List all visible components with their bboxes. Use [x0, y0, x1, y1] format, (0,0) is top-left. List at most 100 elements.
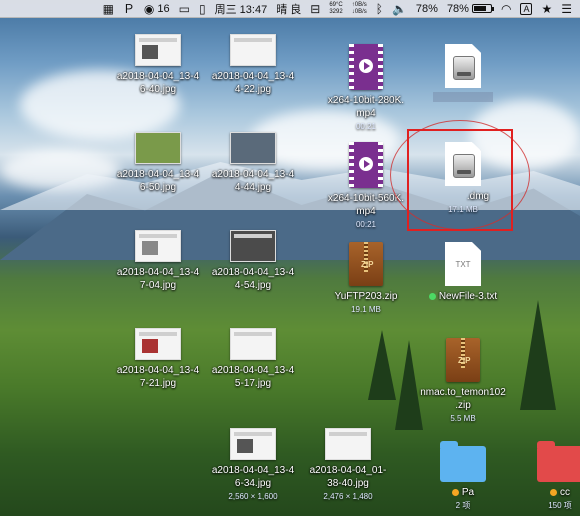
- file-name: 4-22.jpg: [234, 84, 272, 95]
- desktop-file-icon[interactable]: ZIP nmac.to_temon102 .zip 5.5 MB: [413, 338, 513, 425]
- file-name: x264-10bit-280K.: [327, 95, 405, 106]
- menu-extras-icon[interactable]: ☰: [561, 3, 572, 15]
- wechat-status[interactable]: ◉ 16: [144, 3, 170, 15]
- file-name: a2018-04-04_13-4: [116, 169, 200, 180]
- file-name: 7-21.jpg: [139, 378, 177, 389]
- file-meta: 5.5 MB: [450, 414, 476, 423]
- image-thumbnail: [135, 328, 181, 360]
- desktop-file-icon[interactable]: [413, 44, 513, 104]
- net-up: 0B/s: [354, 1, 367, 8]
- cpu-temperature: 69°C: [329, 1, 343, 8]
- p-icon[interactable]: Ｐ: [123, 3, 135, 15]
- battery-percent-right: 78%: [446, 2, 469, 15]
- image-thumbnail: [135, 34, 181, 66]
- text-file-icon: TXT: [445, 242, 481, 286]
- disk-image-icon: [445, 44, 481, 88]
- star-icon[interactable]: ★: [541, 3, 552, 15]
- file-name: 7-04.jpg: [139, 280, 177, 291]
- desktop-file-icon[interactable]: a2018-04-04_13-4 4-54.jpg: [203, 230, 303, 292]
- desktop-file-icon[interactable]: a2018-04-04_13-4 6-34.jpg 2,560 × 1,600: [203, 428, 303, 503]
- video-file-icon: [349, 142, 383, 188]
- folder-name: Pa: [461, 487, 475, 498]
- desktop-file-icon[interactable]: a2018-04-04_13-4 6-50.jpg: [108, 132, 208, 194]
- folder-icon: [537, 441, 580, 482]
- file-name: NewFile-3.txt: [438, 291, 498, 302]
- battery-icon: [471, 4, 494, 13]
- file-meta: 2,560 × 1,600: [228, 492, 278, 501]
- video-file-icon: [349, 44, 383, 90]
- file-meta: 19.1 MB: [351, 305, 381, 314]
- zip-archive-icon: ZIP: [446, 338, 480, 382]
- grid-icon[interactable]: ▦: [103, 3, 114, 15]
- file-name: a2018-04-04_13-4: [211, 267, 295, 278]
- folder-icon: [440, 441, 486, 482]
- file-name: 4-54.jpg: [234, 280, 272, 291]
- file-name: mp4: [356, 108, 376, 119]
- desktop-file-icon[interactable]: x264-10bit-280K. mp4 00:21: [316, 44, 416, 133]
- desktop-file-icon[interactable]: a2018-04-04_13-4 5-17.jpg: [203, 328, 303, 390]
- display-icon[interactable]: ▭: [179, 3, 190, 15]
- desktop-file-icon[interactable]: ZIP YuFTP203.zip 19.1 MB: [316, 242, 416, 316]
- desktop-file-icon[interactable]: a2018-04-04_13-4 7-21.jpg: [108, 328, 208, 390]
- fan-rpm: 3292: [329, 8, 343, 15]
- orange-tag-dot: [550, 488, 557, 496]
- file-name: nmac.to_temon102: [420, 387, 506, 398]
- system-monitor[interactable]: 69°C 3292: [329, 2, 342, 16]
- desktop-folder-icon[interactable]: cc 150 项: [510, 441, 580, 512]
- weather[interactable]: 晴 良: [276, 1, 301, 17]
- image-thumbnail: [230, 230, 276, 262]
- image-thumbnail: [135, 132, 181, 164]
- file-name: 5-17.jpg: [234, 378, 272, 389]
- file-name: mp4: [356, 206, 376, 217]
- volume-icon[interactable]: 🔈: [392, 3, 407, 15]
- desktop-file-icon[interactable]: a2018-04-04_13-4 4-22.jpg: [203, 34, 303, 96]
- clock[interactable]: 周三 13:47: [215, 1, 268, 17]
- file-name: 38-40.jpg: [327, 478, 369, 489]
- wechat-badge: 16: [157, 2, 170, 15]
- folder-item-count: 150 项: [548, 501, 572, 510]
- bluetooth-icon[interactable]: ᛒ: [376, 3, 383, 15]
- file-meta: 00:21: [355, 220, 377, 229]
- wechat-icon: ◉: [143, 1, 155, 16]
- file-name: a2018-04-04_13-4: [211, 71, 295, 82]
- image-thumbnail: [230, 428, 276, 460]
- desktop-file-icon[interactable]: a2018-04-04_13-4 7-04.jpg: [108, 230, 208, 292]
- battery-status[interactable]: 78%: [446, 2, 494, 15]
- desktop-folder-icon[interactable]: Pa 2 项: [413, 441, 513, 512]
- folder-item-count: 2 项: [455, 501, 471, 510]
- file-meta: 00:21: [355, 122, 377, 131]
- file-name: [433, 92, 493, 102]
- file-name: 6-40.jpg: [139, 84, 177, 95]
- zip-archive-icon: ZIP: [349, 242, 383, 286]
- storage-icon[interactable]: ⊟: [310, 3, 320, 15]
- desktop-file-icon[interactable]: a2018-04-04_13-4 6-40.jpg: [108, 34, 208, 96]
- file-meta: 2,476 × 1,480: [323, 492, 373, 501]
- battery-percent-left[interactable]: 78%: [416, 3, 438, 15]
- orange-tag-dot: [451, 488, 459, 496]
- image-thumbnail: [230, 132, 276, 164]
- desktop-file-icon[interactable]: a2018-04-04_01- 38-40.jpg 2,476 × 1,480: [298, 428, 398, 503]
- file-name: 6-50.jpg: [139, 182, 177, 193]
- desktop-file-icon[interactable]: a2018-04-04_13-4 4-44.jpg: [203, 132, 303, 194]
- annotation-highlight-box: [407, 129, 513, 231]
- file-name: a2018-04-04_01-: [309, 465, 387, 476]
- file-name: 4-44.jpg: [234, 182, 272, 193]
- file-name: a2018-04-04_13-4: [116, 365, 200, 376]
- file-name: a2018-04-04_13-4: [211, 365, 295, 376]
- image-thumbnail: [230, 34, 276, 66]
- wifi-icon[interactable]: ◠: [501, 3, 511, 15]
- image-thumbnail: [325, 428, 371, 460]
- file-name: a2018-04-04_13-4: [211, 169, 295, 180]
- reader-icon[interactable]: ▯: [199, 3, 206, 15]
- menu-bar: ▦ Ｐ ◉ 16 ▭ ▯ 周三 13:47 晴 良 ⊟ 69°C 3292 ↑0…: [0, 0, 580, 18]
- input-source[interactable]: A: [520, 2, 533, 15]
- file-name: .zip: [455, 400, 471, 411]
- file-name: a2018-04-04_13-4: [116, 71, 200, 82]
- desktop-file-icon[interactable]: TXT NewFile-3.txt: [413, 242, 513, 303]
- net-down: 0B/s: [354, 8, 367, 15]
- file-name: a2018-04-04_13-4: [211, 465, 295, 476]
- file-name: a2018-04-04_13-4: [116, 267, 200, 278]
- green-tag-dot: [428, 292, 436, 300]
- network-speed[interactable]: ↑0B/s ↓0B/s: [352, 2, 367, 16]
- image-thumbnail: [230, 328, 276, 360]
